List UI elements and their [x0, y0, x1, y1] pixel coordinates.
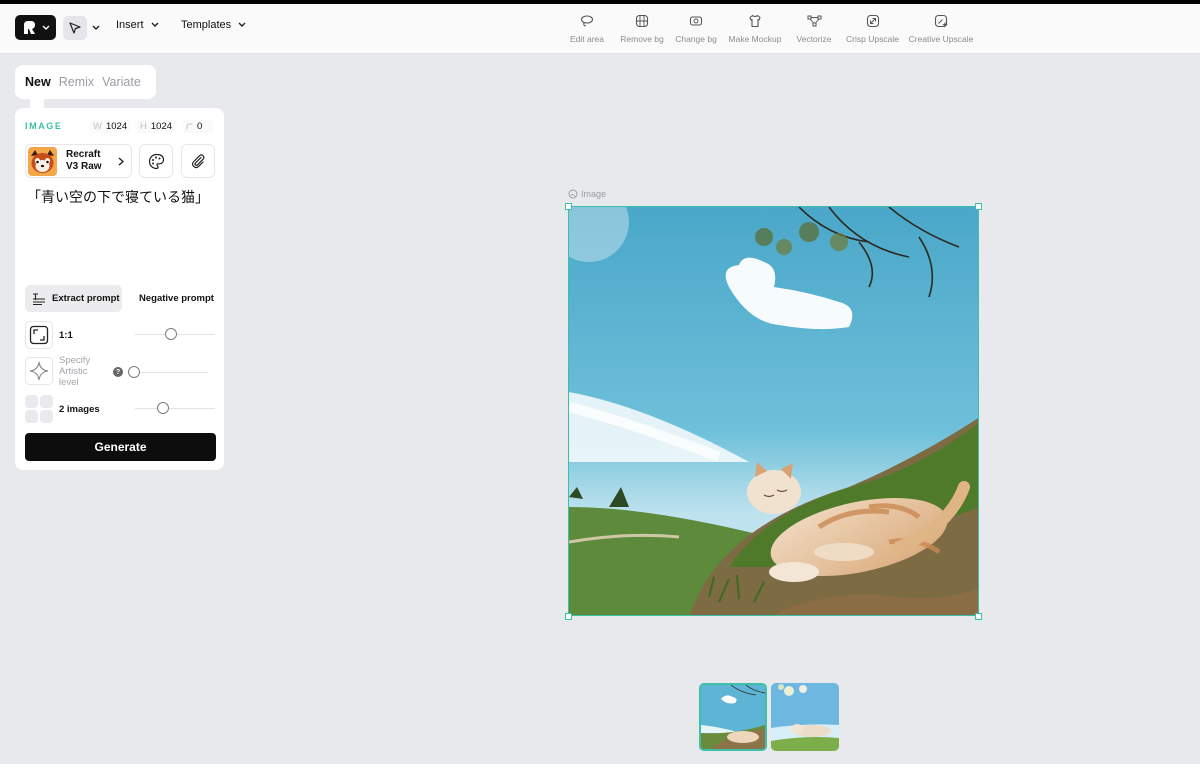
change-bg-tool[interactable]: Change bg [674, 14, 718, 44]
width-value: 1024 [105, 121, 128, 132]
insert-label: Insert [116, 19, 144, 31]
resize-handle[interactable] [565, 613, 572, 620]
edit-area-tool[interactable]: Edit area [567, 14, 607, 44]
cursor-tool[interactable] [63, 15, 87, 40]
chevron-down-icon [42, 25, 50, 30]
vectorize-tool[interactable]: Vectorize [795, 14, 833, 44]
tool-label: Creative Upscale [908, 34, 974, 44]
height-value: 1024 [150, 121, 173, 132]
tab-connector [30, 98, 44, 108]
tool-label: Crisp Upscale [846, 34, 899, 44]
model-selector[interactable]: Recraft V3 Raw [25, 144, 132, 178]
resize-handle[interactable] [565, 203, 572, 210]
prompt-input[interactable]: 「青い空の下で寝ている猫」 [27, 187, 209, 207]
frame-label-text: Image [581, 189, 607, 199]
image-count-icon [25, 395, 53, 423]
resize-handle[interactable] [975, 203, 982, 210]
generate-button[interactable]: Generate [25, 433, 216, 461]
model-name: Recraft V3 Raw [66, 149, 102, 172]
artistic-level-slider-handle[interactable] [128, 366, 140, 378]
attach-button[interactable] [181, 144, 215, 178]
change-bg-icon [689, 16, 703, 26]
tool-label: Change bg [675, 34, 717, 44]
chevron-down-icon [92, 25, 100, 30]
aspect-ratio-label: 1:1 [59, 330, 73, 341]
artistic-level-icon-box [25, 357, 53, 385]
style-palette-button[interactable] [139, 144, 173, 178]
make-mockup-tool[interactable]: Make Mockup [727, 14, 783, 44]
tab-variate[interactable]: Variate [102, 75, 141, 89]
creative-upscale-tool[interactable]: Creative Upscale [908, 14, 974, 44]
chevron-down-icon [151, 22, 159, 27]
section-label: IMAGE [25, 121, 63, 131]
image-frame-icon [568, 189, 578, 199]
tshirt-icon [749, 14, 761, 28]
aspect-ratio-slider-handle[interactable] [165, 328, 177, 340]
artistic-level-label: Specify Artistic level [59, 355, 91, 388]
image-count-slider[interactable] [135, 408, 215, 409]
image-count-label: 2 images [59, 404, 100, 415]
help-icon[interactable]: ? [113, 367, 123, 377]
remove-bg-icon [635, 14, 649, 28]
rotation-field[interactable]: 0 [183, 120, 214, 133]
corner-radius-icon [186, 123, 193, 130]
thumbnail-1[interactable] [699, 683, 767, 751]
tab-new[interactable]: New [25, 75, 51, 89]
crisp-upscale-tool[interactable]: Crisp Upscale [845, 14, 900, 44]
app-logo-menu-button[interactable] [15, 15, 56, 40]
text-lines-icon [33, 292, 45, 305]
templates-menu-button[interactable]: Templates [181, 19, 246, 31]
chevron-right-icon [118, 156, 124, 166]
select-tool-button[interactable] [63, 15, 101, 40]
top-toolbar: Insert Templates Edit area Remove bg Cha… [0, 4, 1200, 54]
width-key: W [93, 121, 102, 132]
height-field[interactable]: H 1024 [137, 120, 176, 133]
insert-menu-button[interactable]: Insert [116, 19, 159, 31]
aspect-ratio-icon [29, 325, 49, 345]
extract-prompt-button[interactable]: Extract prompt [25, 285, 122, 312]
artistic-level-slider[interactable] [128, 372, 208, 373]
resize-handle[interactable] [975, 613, 982, 620]
rotation-value: 0 [197, 121, 203, 132]
image-count-slider-handle[interactable] [157, 402, 169, 414]
red-panda-avatar [28, 146, 57, 176]
thumbnail-2[interactable] [771, 683, 839, 751]
upscale-icon [866, 14, 879, 28]
paperclip-icon [191, 154, 205, 169]
vector-nodes-icon [807, 15, 821, 27]
height-key: H [140, 121, 147, 132]
mode-tabs: New Remix Variate [15, 65, 156, 99]
aspect-ratio-button[interactable] [25, 321, 53, 349]
extract-prompt-label: Extract prompt [52, 293, 120, 304]
tool-label: Remove bg [620, 34, 664, 44]
recraft-logo-icon [24, 21, 35, 34]
chevron-down-icon [238, 22, 246, 27]
negative-prompt-button[interactable]: Negative prompt [139, 293, 214, 304]
cursor-icon [69, 21, 81, 34]
tab-remix[interactable]: Remix [59, 75, 94, 89]
remove-bg-tool[interactable]: Remove bg [619, 14, 665, 44]
lasso-icon [580, 15, 594, 27]
sparkle-icon [29, 361, 49, 381]
width-field[interactable]: W 1024 [90, 120, 131, 133]
tool-label: Edit area [569, 34, 605, 44]
sparkle-upscale-icon [934, 14, 948, 28]
frame-label: Image [568, 189, 606, 199]
templates-label: Templates [181, 19, 232, 31]
tool-label: Make Mockup [728, 34, 782, 44]
generation-panel: IMAGE W 1024 H 1024 0 Recraft V3 Raw 「青い… [15, 108, 224, 470]
tool-label: Vectorize [796, 34, 832, 44]
generated-image[interactable] [568, 206, 979, 616]
palette-icon [148, 153, 164, 169]
